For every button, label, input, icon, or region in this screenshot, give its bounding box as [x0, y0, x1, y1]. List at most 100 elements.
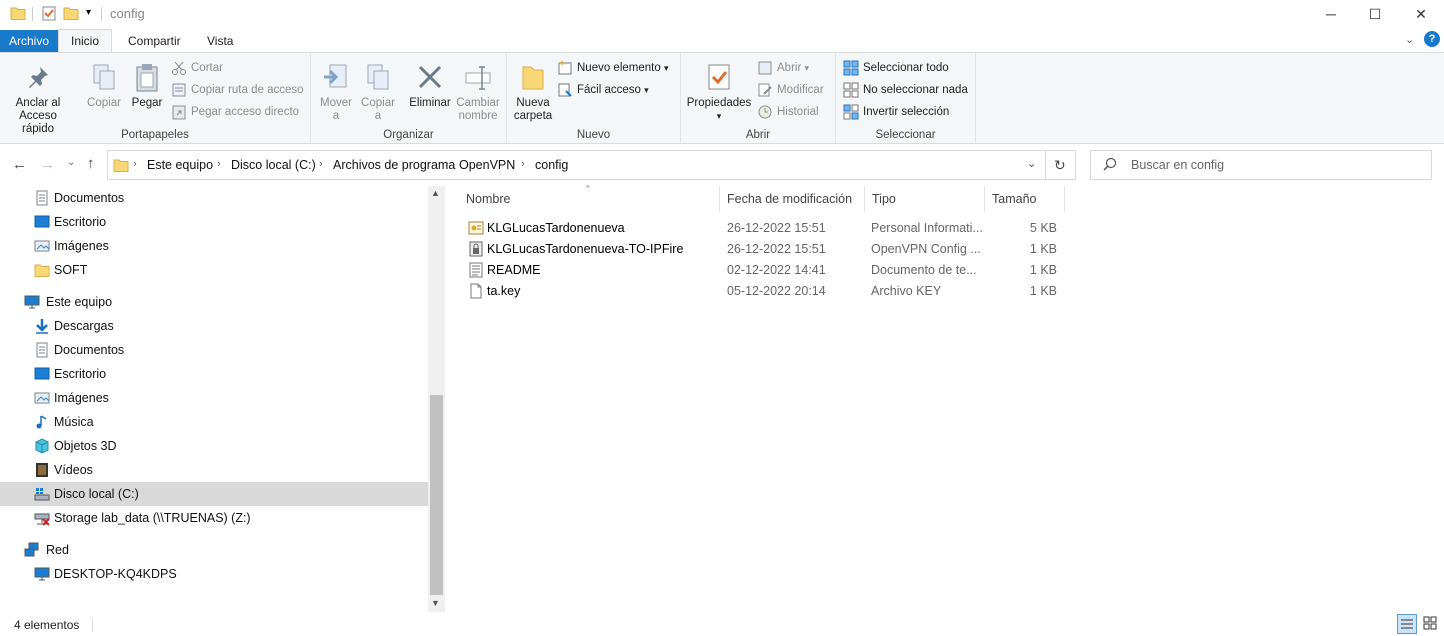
nav-item-musica[interactable]: Música — [0, 410, 428, 434]
nav-item-escritorio[interactable]: Escritorio — [0, 210, 428, 234]
back-arrow-icon[interactable]: ← — [12, 156, 27, 173]
select-none-button[interactable]: No seleccionar nada — [843, 81, 968, 99]
properties-icon — [703, 61, 735, 93]
nav-item-imagenes[interactable]: Imágenes — [0, 234, 428, 258]
select-all-button[interactable]: Seleccionar todo — [843, 59, 949, 77]
ribbon: Anclar al Acceso rápido Copiar Pegar Cor… — [0, 52, 1444, 144]
file-row[interactable]: README 02-12-2022 14:41 Documento de te.… — [464, 260, 1064, 281]
select-all-icon — [843, 60, 859, 76]
move-to-button[interactable]: Mover a — [317, 57, 355, 123]
nav-item-desktop-kq4kdps[interactable]: DESKTOP-KQ4KDPS — [0, 562, 428, 586]
breadcrumb-este-equipo[interactable]: Este equipo — [147, 158, 213, 172]
address-dropdown-icon[interactable]: ⌄ — [1027, 157, 1036, 170]
documents-icon — [34, 342, 50, 358]
column-header-name[interactable]: Nombre — [459, 186, 720, 212]
nav-item-imagenes-2[interactable]: Imágenes — [0, 386, 428, 410]
properties-button[interactable]: Propiedades ▾ — [685, 57, 753, 123]
downloads-icon — [34, 318, 50, 334]
item-count: 4 elementos — [14, 618, 80, 632]
copy-to-button[interactable]: Copiar a — [359, 57, 397, 123]
nav-scrollbar-thumb[interactable] — [430, 395, 443, 595]
nav-item-documentos-2[interactable]: Documentos — [0, 338, 428, 362]
network-drive-icon — [34, 510, 50, 526]
paste-shortcut-button[interactable]: Pegar acceso directo — [171, 103, 299, 121]
breadcrumb-openvpn[interactable]: OpenVPN — [459, 158, 515, 172]
tab-archivo[interactable]: Archivo — [0, 30, 58, 52]
nav-item-escritorio-2[interactable]: Escritorio — [0, 362, 428, 386]
drive-icon — [34, 486, 50, 502]
large-icons-view-icon[interactable] — [1421, 614, 1441, 634]
nav-item-disco-local[interactable]: Disco local (C:) — [0, 482, 428, 506]
scroll-up-icon[interactable]: ▲ — [431, 188, 440, 198]
nav-item-soft[interactable]: SOFT — [0, 258, 428, 282]
file-row[interactable]: KLGLucasTardonenueva-TO-IPFire 26-12-202… — [464, 239, 1064, 260]
delete-button[interactable]: Eliminar — [407, 57, 453, 110]
new-folder-quick-icon[interactable] — [63, 5, 79, 21]
up-arrow-icon[interactable]: ↑ — [87, 155, 95, 172]
computer-icon — [34, 566, 50, 582]
rename-button[interactable]: Cambiar nombre — [455, 57, 501, 123]
properties-quick-icon[interactable] — [41, 5, 57, 21]
group-label-abrir: Abrir — [745, 129, 771, 141]
breadcrumb-archivos-de-programa[interactable]: Archivos de programa — [333, 158, 455, 172]
column-header-size[interactable]: Tamaño — [985, 186, 1065, 212]
copy-path-icon — [171, 82, 187, 98]
open-button[interactable]: Abrir ▾ — [757, 59, 809, 77]
tab-inicio[interactable]: Inicio — [58, 29, 112, 53]
nav-item-red[interactable]: Red — [0, 538, 428, 562]
objects-3d-icon — [34, 438, 50, 454]
window-title: config — [110, 6, 145, 21]
history-button[interactable]: Historial — [757, 103, 819, 121]
column-header-type[interactable]: Tipo — [865, 186, 985, 212]
file-icon — [468, 283, 484, 299]
tab-vista[interactable]: Vista — [197, 30, 243, 52]
scroll-down-icon[interactable]: ▼ — [431, 598, 440, 608]
paste-button[interactable]: Pegar — [127, 57, 167, 110]
nav-item-storage-lab-data[interactable]: Storage lab_data (\\TRUENAS) (Z:) — [0, 506, 428, 530]
file-row[interactable]: KLGLucasTardonenueva 26-12-2022 15:51 Pe… — [464, 218, 1064, 239]
new-folder-button[interactable]: Nueva carpeta — [511, 57, 555, 123]
group-label-portapapeles: Portapapeles — [121, 129, 189, 141]
refresh-button[interactable]: ↻ — [1046, 150, 1076, 180]
address-bar[interactable]: › Este equipo › Disco local (C:) › Archi… — [107, 150, 1046, 180]
column-header-date[interactable]: Fecha de modificación — [720, 186, 865, 212]
search-box[interactable]: Buscar en config — [1090, 150, 1432, 180]
title-bar: ▾ config ─ ☐ ✕ — [0, 0, 1444, 28]
breadcrumb-disco-local[interactable]: Disco local (C:) — [231, 158, 316, 172]
invert-selection-button[interactable]: Invertir selección — [843, 103, 949, 121]
computer-icon — [24, 294, 40, 310]
group-seleccionar: Seleccionar todo No seleccionar nada Inv… — [836, 53, 976, 143]
customize-quick-access-icon[interactable]: ▾ — [86, 7, 91, 18]
forward-arrow-icon[interactable]: → — [40, 156, 55, 173]
copy-icon — [88, 61, 120, 93]
nav-item-documentos[interactable]: Documentos — [0, 186, 428, 210]
nav-item-videos[interactable]: Vídeos — [0, 458, 428, 482]
minimize-button[interactable]: ─ — [1308, 0, 1354, 28]
breadcrumb-config[interactable]: config — [535, 158, 568, 172]
nav-item-descargas[interactable]: Descargas — [0, 314, 428, 338]
close-button[interactable]: ✕ — [1398, 0, 1444, 28]
maximize-button[interactable]: ☐ — [1352, 0, 1398, 28]
recent-locations-icon[interactable]: ⌄ — [67, 157, 75, 168]
new-item-button[interactable]: Nuevo elemento ▾ — [557, 59, 668, 77]
copy-path-button[interactable]: Copiar ruta de acceso — [171, 81, 304, 99]
rename-icon — [462, 61, 494, 93]
file-row[interactable]: ta.key 05-12-2022 20:14 Archivo KEY 1 KB — [464, 281, 1064, 302]
nav-item-este-equipo[interactable]: Este equipo — [0, 290, 428, 314]
cut-button[interactable]: Cortar — [171, 59, 223, 77]
easy-access-button[interactable]: Fácil acceso ▾ — [557, 81, 649, 99]
expand-ribbon-icon[interactable]: ⌄ — [1405, 33, 1414, 46]
copy-button[interactable]: Copiar — [84, 57, 124, 110]
new-folder-icon — [517, 61, 549, 93]
group-abrir: Propiedades ▾ Abrir ▾ Modificar Historia… — [681, 53, 836, 143]
help-icon[interactable]: ? — [1424, 31, 1440, 47]
tab-compartir[interactable]: Compartir — [118, 30, 191, 52]
group-label-seleccionar: Seleccionar — [875, 129, 936, 141]
details-view-icon[interactable] — [1397, 614, 1417, 634]
delete-x-icon — [414, 61, 446, 93]
edit-button[interactable]: Modificar — [757, 81, 824, 99]
invert-selection-icon — [843, 104, 859, 120]
pin-quick-access-button[interactable]: Anclar al Acceso rápido — [4, 57, 72, 136]
nav-item-objetos-3d[interactable]: Objetos 3D — [0, 434, 428, 458]
ribbon-tabs: Archivo Inicio Compartir Vista ⌄ ? — [0, 28, 1444, 53]
